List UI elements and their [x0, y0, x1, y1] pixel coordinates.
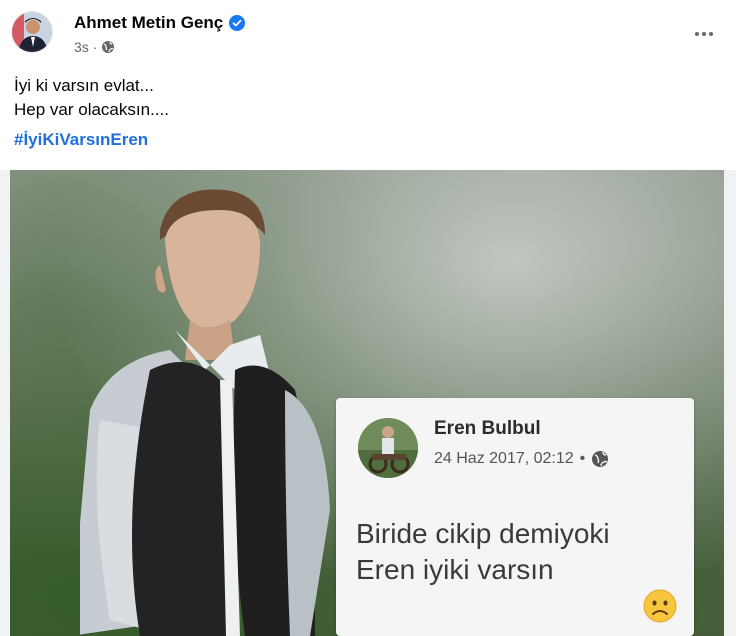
meta-separator: · [92, 39, 98, 55]
author-avatar-image [12, 12, 52, 52]
card-text-line-1: Biride cikip demiyoki [356, 518, 610, 549]
card-meta: 24 Haz 2017, 02:12 • [434, 450, 609, 468]
author-avatar[interactable] [12, 12, 52, 52]
verified-badge-icon [229, 15, 246, 31]
globe-icon[interactable] [101, 40, 115, 54]
author-name[interactable]: Ahmet Metin Genç [74, 13, 223, 33]
post-text: İyi ki varsın evlat... Hep var olacaksın… [14, 74, 169, 122]
card-globe-icon [591, 450, 609, 468]
post-header: Ahmet Metin Genç 3s · [0, 0, 736, 64]
post-text-line-2: Hep var olacaksın.... [14, 100, 169, 119]
card-avatar [358, 418, 418, 478]
card-date: 24 Haz 2017, 02:12 [434, 450, 574, 467]
sad-face-emoji [566, 553, 677, 623]
post-meta: 3s · [74, 39, 115, 55]
post-photo[interactable]: Eren Bulbul 24 Haz 2017, 02:12 • Biride … [0, 170, 736, 636]
card-text-line-2-text: Eren iyiki varsın [356, 554, 554, 585]
embedded-post-card: Eren Bulbul 24 Haz 2017, 02:12 • Biride … [336, 398, 694, 636]
hashtag-link[interactable]: #İyiKiVarsınEren [14, 130, 148, 150]
card-separator: • [579, 450, 586, 467]
post-text-line-1: İyi ki varsın evlat... [14, 76, 154, 95]
boy-figure [80, 189, 330, 636]
more-options-button[interactable] [686, 16, 722, 52]
card-text: Biride cikip demiyoki Eren iyiki varsın [356, 516, 677, 623]
more-options-icon [695, 32, 713, 36]
post-time[interactable]: 3s [74, 39, 89, 55]
card-text-line-2: Eren iyiki varsın [356, 552, 677, 623]
author-row: Ahmet Metin Genç [74, 13, 246, 33]
card-author-name: Eren Bulbul [434, 418, 541, 439]
